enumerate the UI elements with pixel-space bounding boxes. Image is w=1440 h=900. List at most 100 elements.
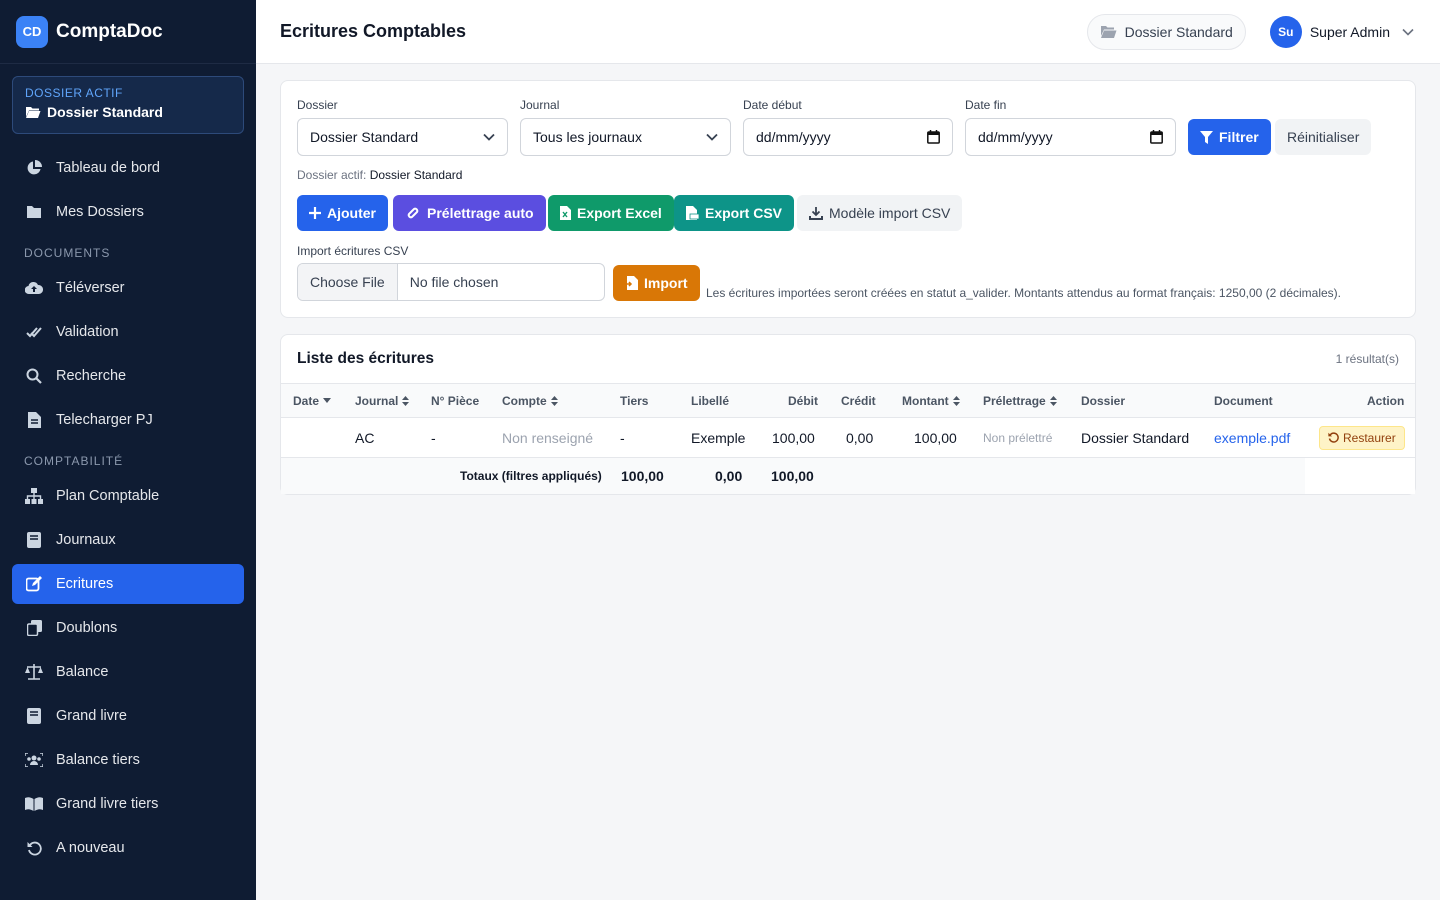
sidebar-item-televerser[interactable]: Téléverser <box>12 268 244 308</box>
export-csv-button[interactable]: Export CSV <box>674 195 795 231</box>
plus-icon <box>309 207 321 219</box>
import-label: Import écritures CSV <box>297 244 409 258</box>
sidebar-item-label: Recherche <box>56 368 127 384</box>
active-dossier-helper: Dossier actif: Dossier Standard <box>297 168 462 182</box>
open-book-icon <box>24 794 44 814</box>
users-icon <box>24 750 44 770</box>
sidebar-item-doublons[interactable]: Doublons <box>12 608 244 648</box>
date-start-value: dd/mm/yyyy <box>756 129 831 145</box>
sidebar-item-balance-tiers[interactable]: Balance tiers <box>12 740 244 780</box>
journal-filter-label: Journal <box>520 98 560 112</box>
sidebar-item-label: Mes Dossiers <box>56 204 144 220</box>
export-excel-button[interactable]: Export Excel <box>548 195 674 231</box>
chevron-down-icon <box>1402 28 1414 36</box>
journal-select[interactable]: Tous les journaux <box>520 118 731 156</box>
total-debit: 100,00 <box>621 468 664 484</box>
restore-button-label: Restaurer <box>1343 430 1396 445</box>
avatar: Su <box>1269 15 1302 48</box>
filter-button-label: Filtrer <box>1219 129 1259 145</box>
sidebar-item-a-nouveau[interactable]: A nouveau <box>12 828 244 868</box>
dossier-filter-label: Dossier <box>297 98 338 112</box>
sidebar-item-journaux[interactable]: Journaux <box>12 520 244 560</box>
chevron-down-icon <box>483 133 495 141</box>
template-csv-button[interactable]: Modèle import CSV <box>797 195 963 231</box>
add-button[interactable]: Ajouter <box>297 195 388 231</box>
col-libelle-label: Libellé <box>691 393 730 408</box>
col-action: Action <box>1367 384 1404 417</box>
csv-file-input[interactable]: Choose File No file chosen <box>297 263 605 301</box>
sidebar-nav: Tableau de bord Mes Dossiers DOCUMENTS T… <box>0 148 256 868</box>
col-date-label: Date <box>293 393 320 408</box>
sort-icon <box>550 395 558 406</box>
book-icon <box>24 530 44 550</box>
sidebar-item-telecharger-pj[interactable]: Telecharger PJ <box>12 400 244 440</box>
cell-prelettrage: Non prélettré <box>983 430 1053 445</box>
filter-button[interactable]: Filtrer <box>1188 119 1271 155</box>
cell-compte: Non renseigné <box>502 429 594 446</box>
col-dossier: Dossier <box>1081 384 1125 417</box>
table-header: Date Journal N° Pièce Compte Tiers Libel… <box>281 384 1415 418</box>
cell-journal: AC <box>355 429 375 446</box>
col-compte[interactable]: Compte <box>502 384 558 417</box>
choose-file-button[interactable]: Choose File <box>298 264 398 300</box>
sidebar-item-recherche[interactable]: Recherche <box>12 356 244 396</box>
table-totals-row: Totaux (filtres appliqués) 100,00 0,00 1… <box>281 458 1415 494</box>
prelettrage-button-label: Prélettrage auto <box>427 205 534 221</box>
reset-button[interactable]: Réinitialiser <box>1275 119 1372 155</box>
sidebar-item-plan-comptable[interactable]: Plan Comptable <box>12 476 244 516</box>
brand-name: ComptaDoc <box>56 20 163 42</box>
reset-button-label: Réinitialiser <box>1287 129 1360 145</box>
journal-filter-group: Journal Tous les journaux <box>520 98 731 156</box>
journal-select-value: Tous les journaux <box>533 129 642 145</box>
col-montant[interactable]: Montant <box>902 384 960 417</box>
col-journal[interactable]: Journal <box>355 384 410 417</box>
sidebar-item-balance[interactable]: Balance <box>12 652 244 692</box>
sidebar-item-validation[interactable]: Validation <box>12 312 244 352</box>
totals-label: Totaux (filtres appliqués) <box>460 469 602 483</box>
sidebar-item-label: Grand livre <box>56 708 127 724</box>
date-start-label: Date début <box>743 98 802 112</box>
import-button[interactable]: Import <box>613 265 700 301</box>
restore-button[interactable]: Restaurer <box>1319 425 1405 450</box>
check-double-icon <box>24 322 44 342</box>
user-menu[interactable]: Su Super Admin <box>1269 15 1414 48</box>
date-start-input[interactable]: dd/mm/yyyy <box>743 118 953 156</box>
prelettrage-auto-button[interactable]: Prélettrage auto <box>393 195 546 231</box>
export-csv-label: Export CSV <box>705 205 783 221</box>
cloud-upload-icon <box>24 278 44 298</box>
date-end-input[interactable]: dd/mm/yyyy <box>965 118 1176 156</box>
col-tiers: Tiers <box>620 384 648 417</box>
sidebar-item-label: Plan Comptable <box>56 488 160 504</box>
sort-desc-icon <box>323 398 332 403</box>
brand[interactable]: CD ComptaDoc <box>0 0 256 64</box>
dossier-select[interactable]: Dossier Standard <box>297 118 508 156</box>
book-icon <box>24 706 44 726</box>
file-import-icon <box>625 276 638 290</box>
entries-list-card: Liste des écritures 1 résultat(s) Date J… <box>280 334 1416 495</box>
link-icon <box>407 207 419 219</box>
cell-credit: 0,00 <box>846 429 874 446</box>
sidebar-item-grand-livre-tiers[interactable]: Grand livre tiers <box>12 784 244 824</box>
date-end-group: Date fin dd/mm/yyyy <box>965 98 1176 156</box>
sidebar-item-tableau-de-bord[interactable]: Tableau de bord <box>12 148 244 188</box>
sidebar-item-grand-livre[interactable]: Grand livre <box>12 696 244 736</box>
sidebar-item-ecritures[interactable]: Ecritures <box>12 564 244 604</box>
list-title: Liste des écritures <box>297 350 434 367</box>
col-document-label: Document <box>1214 393 1273 408</box>
folder-open-icon <box>1100 25 1117 38</box>
col-debit-label: Débit <box>788 393 818 408</box>
sidebar-item-label: Téléverser <box>56 280 125 296</box>
col-prelettrage-label: Prélettrage <box>983 393 1046 408</box>
active-dossier-box[interactable]: DOSSIER ACTIF Dossier Standard <box>12 76 244 134</box>
sidebar-item-mes-dossiers[interactable]: Mes Dossiers <box>12 192 244 232</box>
active-dossier-value-row: Dossier Standard <box>25 104 231 120</box>
document-link[interactable]: exemple.pdf <box>1214 418 1290 457</box>
total-credit: 0,00 <box>715 468 743 484</box>
brand-logo: CD <box>16 15 48 48</box>
col-date[interactable]: Date <box>293 384 332 417</box>
sidebar-item-label: Validation <box>56 324 119 340</box>
sitemap-icon <box>24 486 44 506</box>
header-dossier-selector[interactable]: Dossier Standard <box>1086 13 1246 50</box>
col-prelettrage[interactable]: Prélettrage <box>983 384 1057 417</box>
scale-icon <box>24 662 44 682</box>
